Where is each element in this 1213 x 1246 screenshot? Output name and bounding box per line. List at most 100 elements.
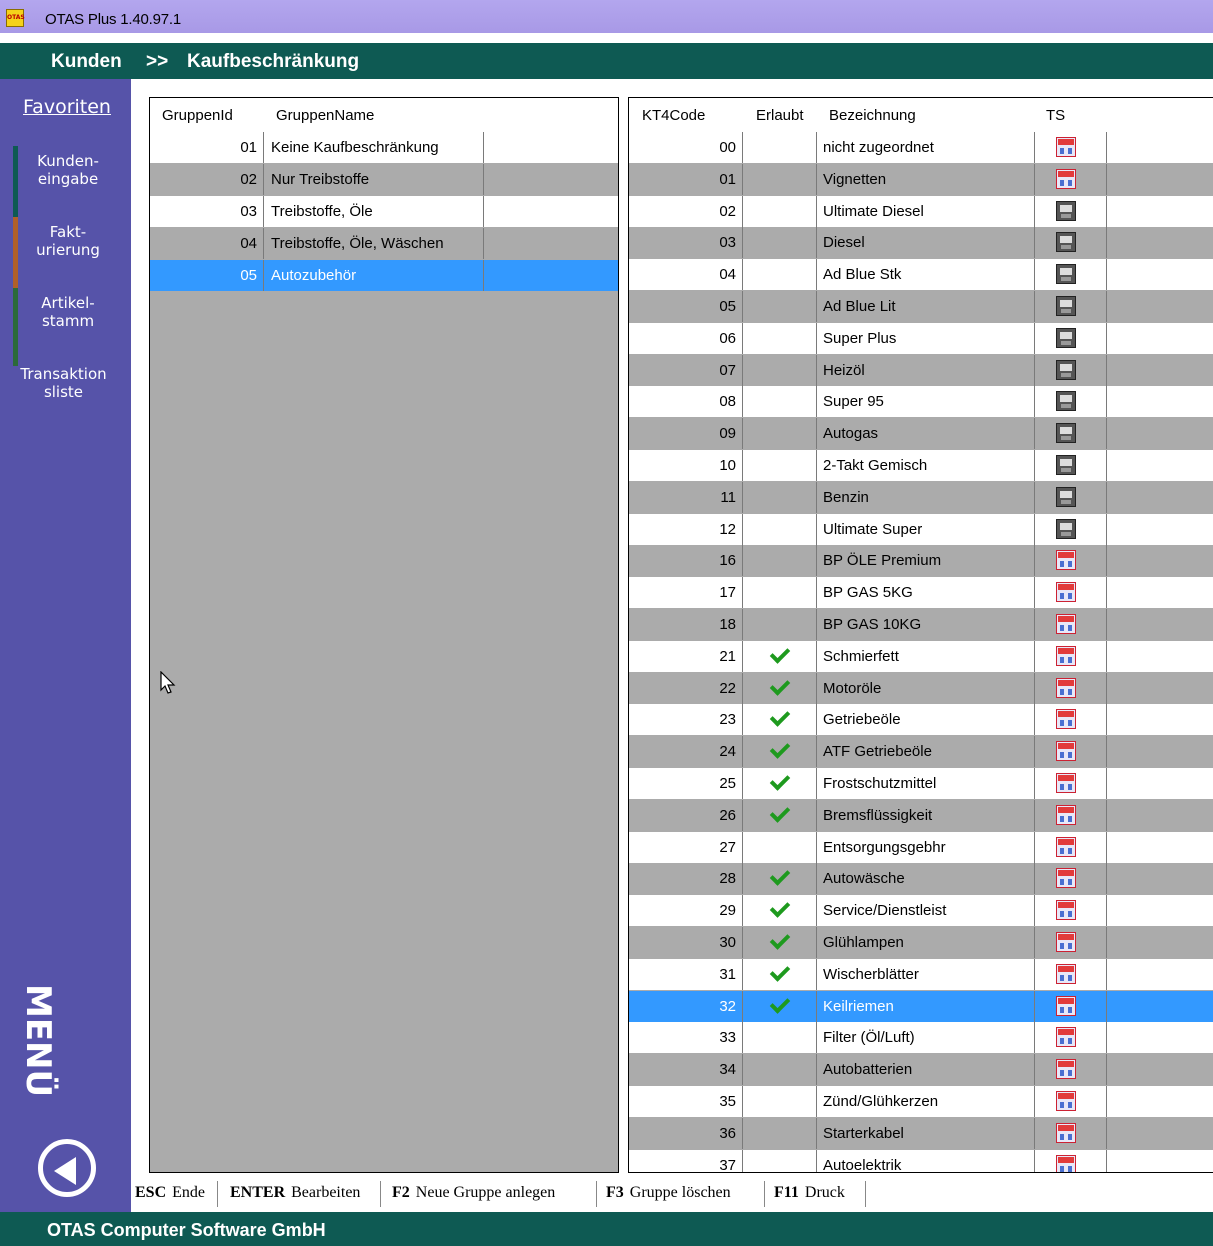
allowed-cell[interactable]	[743, 418, 817, 450]
menu-label[interactable]: MENÜ	[18, 984, 58, 1097]
breadcrumb-root[interactable]: Kunden	[51, 51, 122, 73]
table-row[interactable]: 33 Filter (Öl/Luft)	[629, 1022, 1213, 1054]
table-row[interactable]: 01 Vignetten	[629, 163, 1213, 195]
allowed-cell[interactable]	[743, 322, 817, 354]
allowed-cell[interactable]	[743, 609, 817, 640]
hotkey-esc[interactable]: ESC Ende	[135, 1184, 205, 1202]
table-row[interactable]: 32 Keilriemen	[629, 990, 1213, 1022]
allowed-cell[interactable]	[743, 291, 817, 322]
table-row[interactable]: 25 Frostschutzmittel	[629, 768, 1213, 799]
table-row[interactable]: 05 Ad Blue Lit	[629, 291, 1213, 322]
sidebar-item-fakturierung[interactable]: Fakt- urierung	[13, 217, 131, 295]
column-header-id[interactable]: GruppenId	[162, 107, 233, 124]
table-row[interactable]: 36 Starterkabel	[629, 1117, 1213, 1149]
table-row[interactable]: 09 Autogas	[629, 418, 1213, 450]
shop-icon	[1056, 995, 1076, 1016]
allowed-cell[interactable]	[743, 1054, 817, 1086]
table-row[interactable]: 23 Getriebeöle	[629, 704, 1213, 736]
back-arrow-circle-icon[interactable]	[38, 1139, 96, 1197]
table-row[interactable]: 12 Ultimate Super	[629, 513, 1213, 545]
fuel-pump-icon	[1056, 518, 1076, 539]
hotkey-f11[interactable]: F11 Druck	[774, 1184, 845, 1202]
table-row[interactable]: 21 Schmierfett	[629, 640, 1213, 672]
table-row[interactable]: 06 Super Plus	[629, 322, 1213, 354]
allowed-cell[interactable]	[743, 1022, 817, 1054]
group-filler	[484, 132, 618, 163]
allowed-cell[interactable]	[743, 513, 817, 545]
table-row[interactable]: 34 Autobatterien	[629, 1054, 1213, 1086]
table-row[interactable]: 00 nicht zugeordnet	[629, 132, 1213, 163]
allowed-cell[interactable]	[743, 163, 817, 195]
table-row[interactable]: 03 Diesel	[629, 227, 1213, 259]
table-row[interactable]: 04 Ad Blue Stk	[629, 259, 1213, 291]
group-name: Autozubehör	[264, 260, 484, 291]
table-row[interactable]: 03 Treibstoffe, Öle	[150, 196, 618, 227]
kt4-code: 21	[629, 640, 743, 672]
kt4-code: 00	[629, 132, 743, 163]
allowed-cell[interactable]	[743, 577, 817, 609]
table-row[interactable]: 29 Service/Dienstleist	[629, 895, 1213, 927]
group-id: 01	[150, 132, 264, 163]
kt4-code: 33	[629, 1022, 743, 1054]
allowed-cell[interactable]	[743, 1149, 817, 1172]
shop-icon	[1056, 1091, 1076, 1111]
kt4-code: 36	[629, 1117, 743, 1149]
table-row[interactable]: 28 Autowäsche	[629, 863, 1213, 895]
allowed-cell[interactable]	[743, 132, 817, 163]
column-header-allowed[interactable]: Erlaubt	[756, 107, 804, 124]
groups-header: GruppenId GruppenName	[150, 98, 618, 132]
code-name: Super 95	[817, 386, 1035, 418]
sidebar-item-artikelstamm[interactable]: Artikel- stamm	[13, 288, 131, 366]
allowed-cell[interactable]	[743, 831, 817, 863]
table-row[interactable]: 35 Zünd/Glühkerzen	[629, 1086, 1213, 1117]
column-header-name[interactable]: GruppenName	[276, 107, 374, 124]
table-row[interactable]: 26 Bremsflüssigkeit	[629, 799, 1213, 831]
table-row[interactable]: 18 BP GAS 10KG	[629, 609, 1213, 640]
kt4-code: 26	[629, 799, 743, 831]
hotkey-f2[interactable]: F2 Neue Gruppe anlegen	[392, 1184, 555, 1202]
table-row[interactable]: 17 BP GAS 5KG	[629, 577, 1213, 609]
column-header-name[interactable]: Bezeichnung	[829, 107, 916, 124]
table-row[interactable]: 08 Super 95	[629, 386, 1213, 418]
table-row[interactable]: 31 Wischerblätter	[629, 958, 1213, 990]
hotkey-f3[interactable]: F3 Gruppe löschen	[606, 1184, 731, 1202]
allowed-cell[interactable]	[743, 259, 817, 291]
allowed-cell[interactable]	[743, 227, 817, 259]
sidebar-item-transaktionsliste[interactable]: Transaktion sliste	[4, 365, 131, 401]
code-name: BP ÖLE Premium	[817, 545, 1035, 577]
title-bar: OTAS OTAS Plus 1.40.97.1	[0, 0, 1213, 33]
allowed-cell[interactable]	[743, 386, 817, 418]
table-row[interactable]: 24 ATF Getriebeöle	[629, 736, 1213, 768]
column-header-ts[interactable]: TS	[1046, 107, 1065, 124]
table-row[interactable]: 11 Benzin	[629, 481, 1213, 513]
table-row[interactable]: 16 BP ÖLE Premium	[629, 545, 1213, 577]
table-row[interactable]: 30 Glühlampen	[629, 927, 1213, 958]
company-name: OTAS Computer Software GmbH	[47, 1220, 326, 1240]
code-name: BP GAS 10KG	[817, 609, 1035, 640]
allowed-cell[interactable]	[743, 481, 817, 513]
allowed-cell[interactable]	[743, 1117, 817, 1149]
allowed-cell[interactable]	[743, 450, 817, 481]
code-name: Autobatterien	[817, 1054, 1035, 1086]
table-row[interactable]: 10 2-Takt Gemisch	[629, 450, 1213, 481]
table-row[interactable]: 04 Treibstoffe, Öle, Wäschen	[150, 228, 618, 259]
table-row[interactable]: 37 Autoelektrik	[629, 1149, 1213, 1172]
table-row[interactable]: 05 Autozubehör	[150, 260, 618, 291]
allowed-cell[interactable]	[743, 195, 817, 227]
table-row[interactable]: 07 Heizöl	[629, 354, 1213, 386]
fuel-pump-icon	[1056, 359, 1076, 380]
sidebar-item-kundeneingabe[interactable]: Kunden- eingabe	[13, 146, 131, 224]
table-row[interactable]: 27 Entsorgungsgebhr	[629, 831, 1213, 863]
column-header-code[interactable]: KT4Code	[642, 107, 705, 124]
table-row[interactable]: 22 Motoröle	[629, 672, 1213, 704]
table-row[interactable]: 02 Ultimate Diesel	[629, 195, 1213, 227]
table-row[interactable]: 01 Keine Kaufbeschränkung	[150, 132, 618, 163]
allowed-cell[interactable]	[743, 354, 817, 386]
code-name: Entsorgungsgebhr	[817, 831, 1035, 863]
shop-icon	[1056, 932, 1076, 952]
table-row[interactable]: 02 Nur Treibstoffe	[150, 164, 618, 195]
favorites-link[interactable]: Favoriten	[23, 96, 111, 118]
hotkey-enter[interactable]: ENTER Bearbeiten	[230, 1184, 360, 1202]
allowed-cell[interactable]	[743, 545, 817, 577]
allowed-cell[interactable]	[743, 1086, 817, 1117]
